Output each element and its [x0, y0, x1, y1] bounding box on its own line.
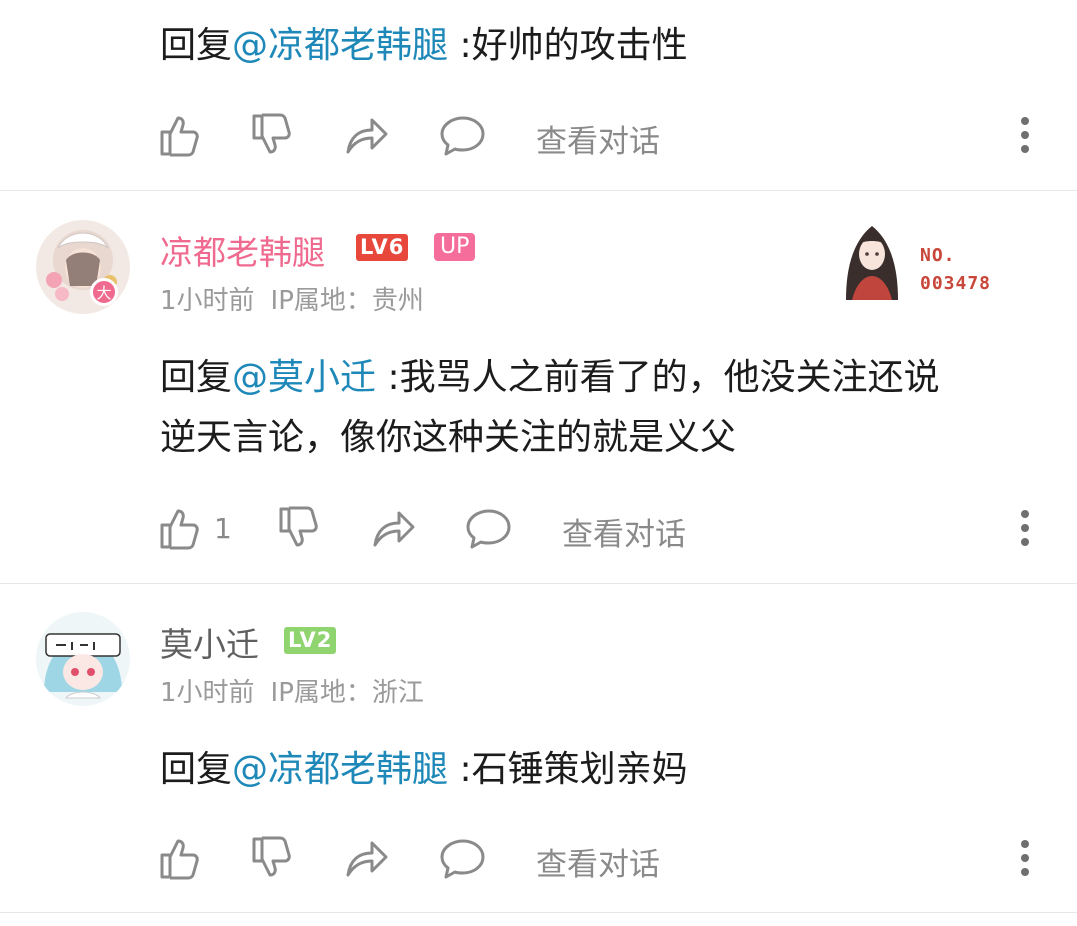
thumbs-down-icon[interactable]	[250, 835, 296, 881]
view-conversation-button[interactable]: 查看对话	[562, 509, 686, 554]
comment-body: :我骂人之前看了的，他没关注还说	[376, 357, 940, 398]
thumbs-down-icon[interactable]	[277, 505, 323, 551]
mention-link[interactable]: @凉都老韩腿	[232, 25, 448, 66]
comment-body-line2: 逆天言论，像你这种关注的就是义父	[160, 417, 737, 458]
avatar-level-badge: 大	[90, 278, 118, 306]
comment-actions: 查看对话	[0, 835, 1077, 885]
comment-text: 回复@莫小迁 :我骂人之前看了的，他没关注还说 逆天言论，像你这种关注的就是义父	[160, 348, 1060, 468]
speech-bubble-icon[interactable]	[466, 505, 512, 551]
fan-card-avatar	[832, 214, 912, 304]
level-badge: LV6	[356, 234, 409, 261]
reply-prefix: 回复	[160, 25, 233, 66]
timestamp: 1小时前	[160, 286, 255, 316]
fan-card-label: NO.	[920, 245, 956, 266]
view-conversation-button[interactable]: 查看对话	[536, 116, 660, 161]
mention-link[interactable]: @莫小迁	[232, 357, 376, 398]
share-arrow-icon[interactable]	[344, 112, 390, 158]
view-conversation-button[interactable]: 查看对话	[536, 839, 660, 884]
share-arrow-icon[interactable]	[344, 835, 390, 881]
username[interactable]: 莫小迁	[160, 618, 259, 666]
timestamp: 1小时前	[160, 678, 255, 708]
comment-text: 回复@凉都老韩腿 :好帅的攻击性	[160, 16, 1060, 76]
up-badge: UP	[434, 233, 476, 261]
speech-bubble-icon[interactable]	[440, 835, 486, 881]
comment-actions: 查看对话	[0, 112, 1077, 162]
avatar[interactable]	[36, 220, 130, 314]
divider	[0, 190, 1077, 191]
mention-link[interactable]: @凉都老韩腿	[232, 749, 448, 790]
fan-card-number: 003478	[920, 273, 992, 294]
level-badge: LV2	[284, 627, 337, 654]
reply-prefix: 回复	[160, 749, 233, 790]
thumbs-up-icon[interactable]	[158, 505, 204, 551]
speech-bubble-icon[interactable]	[440, 112, 486, 158]
avatar[interactable]	[36, 612, 130, 706]
comment-meta: 1小时前 IP属地：贵州	[160, 280, 424, 317]
thumbs-up-icon[interactable]	[158, 112, 204, 158]
share-arrow-icon[interactable]	[371, 505, 417, 551]
thumbs-down-icon[interactable]	[250, 112, 296, 158]
like-count: 1	[214, 512, 232, 545]
fan-card[interactable]: NO. 003478	[832, 214, 1022, 304]
comment-meta: 1小时前 IP属地：浙江	[160, 672, 424, 709]
more-vertical-icon[interactable]	[1016, 112, 1034, 158]
thumbs-up-icon[interactable]	[158, 835, 204, 881]
more-vertical-icon[interactable]	[1016, 835, 1034, 881]
username[interactable]: 凉都老韩腿	[160, 226, 325, 274]
comment-body: :好帅的攻击性	[448, 25, 688, 66]
ip-location: IP属地：浙江	[270, 678, 424, 708]
reply-prefix: 回复	[160, 357, 233, 398]
more-vertical-icon[interactable]	[1016, 505, 1034, 551]
comment-body: :石锤策划亲妈	[448, 749, 688, 790]
comment-text: 回复@凉都老韩腿 :石锤策划亲妈	[160, 740, 1060, 800]
ip-location: IP属地：贵州	[270, 286, 424, 316]
divider	[0, 912, 1077, 913]
comment-actions: 1 查看对话	[0, 505, 1077, 555]
divider	[0, 583, 1077, 584]
